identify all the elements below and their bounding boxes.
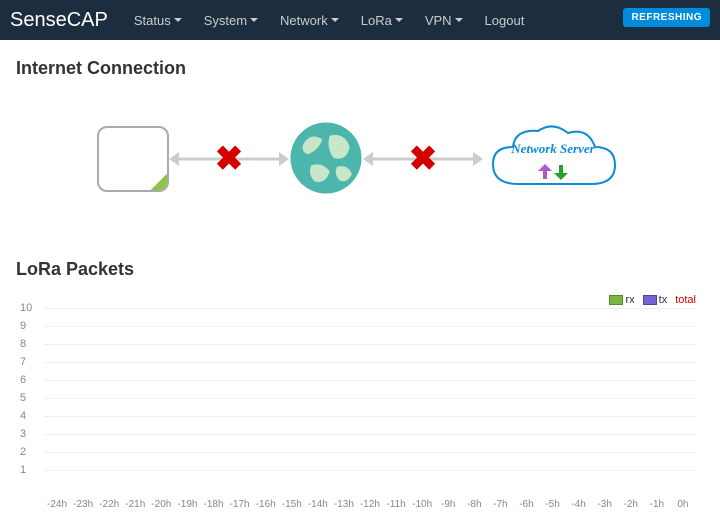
y-tick: 1	[20, 464, 26, 476]
x-tick: -15h	[279, 499, 305, 510]
x-tick: -4h	[566, 499, 592, 510]
y-tick: 8	[20, 338, 26, 350]
nav-item-label: Status	[134, 13, 171, 28]
nav-item-lora[interactable]: LoRa	[353, 7, 411, 34]
y-tick: 6	[20, 374, 26, 386]
x-tick: -6h	[513, 499, 539, 510]
y-tick: 4	[20, 410, 26, 422]
nav-item-system[interactable]: System	[196, 7, 266, 34]
x-tick: -24h	[44, 499, 70, 510]
device-internet-link: ✖	[169, 154, 289, 164]
y-tick: 10	[20, 302, 32, 314]
x-tick: -21h	[122, 499, 148, 510]
x-tick: -22h	[96, 499, 122, 510]
x-tick: -10h	[409, 499, 435, 510]
y-tick: 2	[20, 446, 26, 458]
nav-item-logout[interactable]: Logout	[477, 7, 533, 34]
fail-icon: ✖	[409, 142, 438, 176]
x-tick: 0h	[670, 499, 696, 510]
device-icon	[97, 126, 169, 192]
globe-icon	[289, 121, 363, 198]
cloud-label: Network Server	[483, 141, 623, 157]
nav-item-vpn[interactable]: VPN	[417, 7, 471, 34]
nav-item-label: Logout	[485, 13, 525, 28]
nav-item-network[interactable]: Network	[272, 7, 347, 34]
nav-item-label: VPN	[425, 13, 452, 28]
x-tick: -7h	[487, 499, 513, 510]
x-tick: -13h	[331, 499, 357, 510]
x-tick: -18h	[200, 499, 226, 510]
y-tick: 7	[20, 356, 26, 368]
internet-server-link: ✖	[363, 154, 483, 164]
x-tick: -9h	[435, 499, 461, 510]
y-tick: 5	[20, 392, 26, 404]
nav-item-status[interactable]: Status	[126, 7, 190, 34]
x-tick: -3h	[592, 499, 618, 510]
network-server-cloud-icon: Network Server	[483, 119, 623, 199]
chevron-down-icon	[395, 18, 403, 22]
nav-item-label: System	[204, 13, 247, 28]
chevron-down-icon	[250, 18, 258, 22]
lora-chart: rx tx total 12345678910 -24h-23h-22h-21h…	[16, 300, 704, 510]
x-tick: -17h	[227, 499, 253, 510]
chevron-down-icon	[331, 18, 339, 22]
fail-icon: ✖	[215, 142, 244, 176]
y-tick: 3	[20, 428, 26, 440]
connection-diagram: ✖ ✖ Network Server	[16, 99, 704, 219]
lora-packets-title: LoRa Packets	[16, 259, 704, 280]
x-tick: -23h	[70, 499, 96, 510]
chevron-down-icon	[455, 18, 463, 22]
x-tick: -2h	[618, 499, 644, 510]
x-tick: -1h	[644, 499, 670, 510]
x-tick: -19h	[174, 499, 200, 510]
internet-connection-title: Internet Connection	[16, 58, 704, 79]
nav-item-label: Network	[280, 13, 328, 28]
x-tick: -11h	[383, 499, 409, 510]
x-tick: -16h	[253, 499, 279, 510]
brand-link[interactable]: SenseCAP	[10, 9, 108, 32]
chevron-down-icon	[174, 18, 182, 22]
x-tick: -8h	[461, 499, 487, 510]
nav-menu: Status System Network LoRa VPN Logout	[126, 7, 532, 34]
x-tick: -20h	[148, 499, 174, 510]
x-tick: -12h	[357, 499, 383, 510]
refresh-button[interactable]: REFRESHING	[623, 8, 710, 27]
y-tick: 9	[20, 320, 26, 332]
navbar: SenseCAP Status System Network LoRa VPN …	[0, 0, 720, 40]
nav-item-label: LoRa	[361, 13, 392, 28]
x-tick: -14h	[305, 499, 331, 510]
x-tick: -5h	[539, 499, 565, 510]
